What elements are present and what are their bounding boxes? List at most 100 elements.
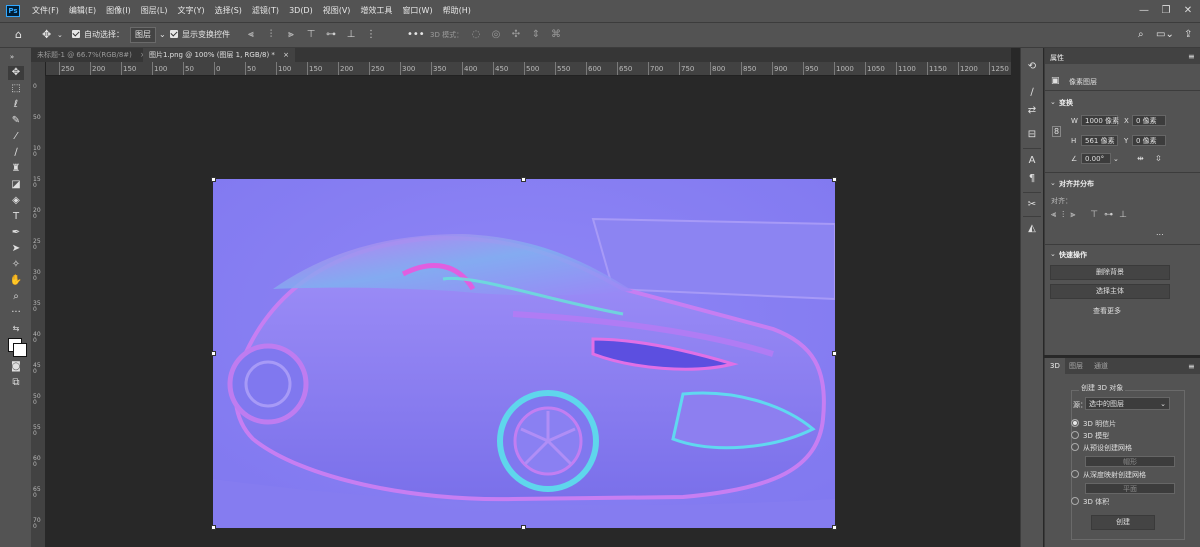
chevron-down-icon[interactable]: ⌄: [1050, 98, 1056, 106]
libraries-icon[interactable]: ⊟: [1024, 128, 1040, 142]
align-buttons-row[interactable]: ⫷⫶⫸ ⊤⊶⊥: [1051, 210, 1133, 220]
x-field[interactable]: 0 像素: [1132, 115, 1166, 126]
home-icon[interactable]: ⌂: [15, 27, 22, 43]
auto-select-checkbox[interactable]: 自动选择：: [72, 27, 124, 43]
align-top-icon[interactable]: ⊤: [305, 28, 317, 42]
quick-mask-icon[interactable]: ◙: [8, 360, 24, 374]
drag-icon[interactable]: ✣: [510, 28, 522, 42]
transform-handle-tc[interactable]: [521, 177, 526, 182]
option-model[interactable]: 3D 模型: [1071, 431, 1109, 441]
hand-tool-icon[interactable]: ✋: [8, 274, 24, 288]
preset-mesh-dropdown[interactable]: 帽形: [1085, 456, 1175, 467]
option-postcard[interactable]: 3D 明信片: [1071, 419, 1116, 429]
align-left-icon[interactable]: ⫷: [245, 28, 257, 42]
flip-horizontal-icon[interactable]: ⇹: [1137, 154, 1144, 163]
width-field[interactable]: 1000 像素: [1081, 115, 1119, 126]
history-icon[interactable]: ⟲: [1024, 60, 1040, 74]
marquee-tool-icon[interactable]: ⬚: [8, 82, 24, 96]
tab-channels[interactable]: 通道: [1089, 358, 1113, 374]
paragraph-icon[interactable]: ¶: [1024, 172, 1040, 186]
source-dropdown[interactable]: 选中的图层 ⌄: [1085, 397, 1170, 410]
collapse-icon[interactable]: »: [4, 50, 20, 64]
transform-handle-ml[interactable]: [211, 351, 216, 356]
panel-menu-icon[interactable]: ≡: [1188, 52, 1195, 61]
tab-image1[interactable]: 图片1.png @ 100% (图层 1, RGB/8) * ×: [143, 48, 296, 62]
tools-icon[interactable]: ✂: [1024, 198, 1040, 212]
tab-3d[interactable]: 3D: [1045, 358, 1065, 374]
gradient-tool-icon[interactable]: ◈: [8, 194, 24, 208]
lasso-tool-icon[interactable]: ℓ: [8, 98, 24, 112]
menu-layer[interactable]: 图层(L): [136, 0, 173, 22]
view-more-link[interactable]: 查看更多: [1093, 306, 1121, 316]
restore-icon[interactable]: ❐: [1154, 3, 1178, 19]
menu-type[interactable]: 文字(Y): [172, 0, 209, 22]
distribute-icon[interactable]: ⋮: [365, 28, 377, 42]
chevron-down-icon[interactable]: ⌄: [1050, 179, 1056, 187]
panel-title[interactable]: 属性: [1050, 53, 1064, 63]
slide-icon[interactable]: ⇕: [530, 28, 542, 42]
more-options-icon[interactable]: •••: [407, 27, 425, 43]
transform-handle-bc[interactable]: [521, 525, 526, 530]
menu-edit[interactable]: 编辑(E): [64, 0, 101, 22]
transform-handle-br[interactable]: [832, 525, 837, 530]
share-icon[interactable]: ⇪: [1184, 27, 1192, 43]
chevron-down-icon[interactable]: ⌄: [1113, 155, 1119, 163]
minimize-icon[interactable]: —: [1132, 3, 1156, 19]
more-tools-icon[interactable]: ···: [8, 306, 24, 320]
actions-icon[interactable]: ◭: [1024, 222, 1040, 236]
tab-layers[interactable]: 图层: [1064, 358, 1088, 374]
roll-icon[interactable]: ◎: [490, 28, 502, 42]
panel-menu-icon[interactable]: ≡: [1188, 362, 1195, 371]
transform-handle-mr[interactable]: [832, 351, 837, 356]
search-icon[interactable]: ⌕: [1138, 27, 1144, 43]
menu-plugins[interactable]: 增效工具: [355, 0, 397, 22]
align-vcenter-icon[interactable]: ⊶: [325, 28, 337, 42]
scale-icon[interactable]: ⌘: [550, 28, 562, 42]
transform-handle-tl[interactable]: [211, 177, 216, 182]
eyedropper-tool-icon[interactable]: ⁄: [8, 130, 24, 144]
shape-tool-icon[interactable]: ✧: [8, 258, 24, 272]
type-tool-icon[interactable]: T: [8, 210, 24, 224]
show-transform-checkbox[interactable]: 显示变换控件: [170, 27, 230, 43]
tab-untitled[interactable]: 未标题-1 @ 66.7%(RGB/8#) ×: [31, 48, 152, 62]
more-align-button[interactable]: ...: [1156, 228, 1164, 237]
remove-background-button[interactable]: 删除背景: [1050, 265, 1170, 280]
eraser-tool-icon[interactable]: ◪: [8, 178, 24, 192]
quick-select-tool-icon[interactable]: ✎: [8, 114, 24, 128]
chevron-down-icon[interactable]: ⌄: [57, 27, 63, 43]
stamp-tool-icon[interactable]: ♜: [8, 162, 24, 176]
transform-handle-bl[interactable]: [211, 525, 216, 530]
flip-vertical-icon[interactable]: ⇳: [1155, 154, 1162, 163]
screen-mode-icon[interactable]: ⧉: [8, 376, 24, 390]
menu-filter[interactable]: 滤镜(T): [247, 0, 284, 22]
move-tool-icon[interactable]: ✥: [8, 66, 24, 80]
adjustments-icon[interactable]: ⇄: [1024, 104, 1040, 118]
menu-3d[interactable]: 3D(D): [284, 0, 318, 22]
option-preset-mesh[interactable]: 从预设创建网格: [1071, 443, 1132, 453]
transform-handle-tr[interactable]: [832, 177, 837, 182]
menu-window[interactable]: 窗口(W): [397, 0, 437, 22]
option-depth-map[interactable]: 从深度映射创建网格: [1071, 470, 1146, 480]
menu-help[interactable]: 帮助(H): [438, 0, 476, 22]
brush-settings-icon[interactable]: ∕: [1024, 86, 1040, 100]
close-icon[interactable]: ✕: [1176, 3, 1200, 19]
menu-file[interactable]: 文件(F): [27, 0, 64, 22]
y-field[interactable]: 0 像素: [1132, 135, 1166, 146]
menu-image[interactable]: 图像(I): [101, 0, 136, 22]
swap-colors-icon[interactable]: ⇆: [8, 322, 24, 336]
zoom-tool-icon[interactable]: ⌕: [8, 290, 24, 304]
angle-field[interactable]: 0.00°: [1081, 153, 1111, 164]
close-tab-icon[interactable]: ×: [283, 51, 289, 59]
move-tool-icon[interactable]: ✥: [42, 27, 51, 43]
path-select-tool-icon[interactable]: ➤: [8, 242, 24, 256]
align-bottom-icon[interactable]: ⊥: [345, 28, 357, 42]
menu-view[interactable]: 视图(V): [318, 0, 356, 22]
depth-map-dropdown[interactable]: 平面: [1085, 483, 1175, 494]
link-icon[interactable]: 8: [1052, 126, 1062, 137]
brush-tool-icon[interactable]: ∕: [8, 146, 24, 160]
auto-select-dropdown[interactable]: 图层 ⌄: [130, 27, 166, 43]
align-hcenter-icon[interactable]: ⫶: [265, 28, 277, 42]
document-canvas[interactable]: [213, 179, 835, 528]
background-color-swatch[interactable]: [13, 343, 27, 357]
workspace-icon[interactable]: ▭⌄: [1156, 27, 1174, 43]
